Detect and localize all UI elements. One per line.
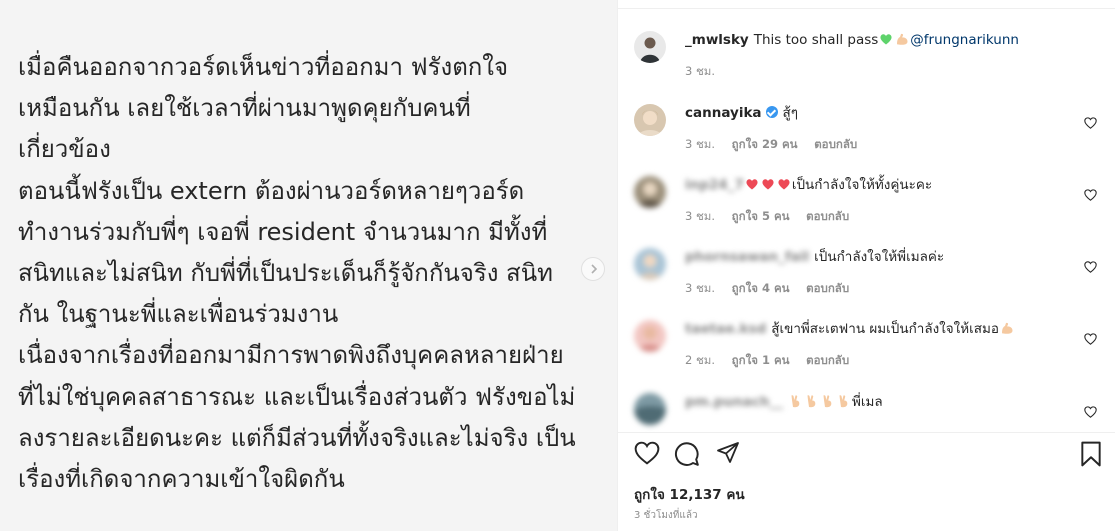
reply-button[interactable]: ตอบกลับ — [806, 209, 849, 223]
comment-text: สู้เขาพี่สะเตฟาน ผมเป็นกำลังใจให้เสมอ — [771, 321, 1000, 337]
caption-username[interactable]: _mwlsky — [685, 32, 749, 48]
comment-time[interactable]: 2 ชม. — [685, 353, 715, 367]
reply-button[interactable]: ตอบกลับ — [814, 137, 857, 151]
divider — [618, 432, 1115, 433]
avatar[interactable] — [634, 104, 666, 136]
caption-time[interactable]: 3 ชม. — [685, 64, 715, 78]
avatar[interactable] — [634, 176, 666, 208]
avatar[interactable] — [634, 248, 666, 280]
comment-text: เป็นกำลังใจให้พี่เมลค่ะ — [814, 249, 945, 265]
comment-likes[interactable]: ถูกใจ 5 คน — [732, 209, 790, 223]
comment-username[interactable]: cannayika — [685, 105, 762, 121]
flexed-biceps-emoji — [895, 32, 909, 46]
flexed-biceps-emoji — [1000, 321, 1014, 335]
comment-username[interactable]: pm.punach__ — [685, 394, 783, 410]
post-text-line: ที่ไม่ใช่บุคคลสาธารณะ และเป็นเรื่องส่วนต… — [18, 382, 576, 411]
post-text-line: เมื่อคืนออกจากวอร์ดเห็นข่าวที่ออกมา ฟรัง… — [18, 53, 509, 81]
comment-likes[interactable]: ถูกใจ 29 คน — [732, 137, 798, 151]
post-text-line: เรื่องที่เกิดจากความเข้าใจผิดกัน — [18, 464, 345, 493]
comment-text: สู้ๆ — [782, 105, 799, 121]
caption-mention[interactable]: @frungnarikunn — [910, 32, 1019, 48]
verified-badge-icon — [765, 106, 778, 118]
comment-username[interactable]: inp24_7 — [685, 177, 744, 193]
comment-username[interactable]: taetae.ksd — [685, 321, 766, 337]
post-text-line: ตอนนี้ฟรังเป็น extern ต้องผ่านวอร์ดหลายๆ… — [18, 176, 525, 205]
comment-list[interactable]: _mwlsky This too shall pass @frungnarikunn… — [618, 0, 1115, 432]
caption-text: This too shall pass — [753, 32, 879, 48]
comment-time[interactable]: 3 ชม. — [685, 209, 715, 223]
reply-button[interactable]: ตอบกลับ — [806, 353, 849, 367]
comment-body: phornsawan_fail เป็นกำลังใจให้พี่เมลค่ะ 3… — [685, 248, 1085, 298]
comment-body: taetae.ksd สู้เขาพี่สะเตฟาน ผมเป็นกำลังใจ… — [685, 320, 1085, 370]
heart-icon[interactable] — [1084, 403, 1097, 422]
comment-time[interactable]: 3 ชม. — [685, 137, 715, 151]
heart-icon[interactable] — [1084, 186, 1097, 205]
post-time[interactable]: 3 ชั่วโมงที่แล้ว — [634, 508, 698, 523]
heart-icon[interactable] — [1084, 258, 1097, 277]
comment-likes[interactable]: ถูกใจ 1 คน — [732, 353, 790, 367]
comment-likes[interactable]: ถูกใจ 4 คน — [732, 281, 790, 295]
victory-hand-emoji — [821, 394, 835, 408]
comment-username[interactable]: phornsawan_fail — [685, 249, 809, 265]
avatar[interactable] — [634, 320, 666, 352]
heart-icon[interactable] — [1084, 330, 1097, 349]
like-heart-icon[interactable] — [634, 441, 660, 469]
comment-time[interactable]: 3 ชม. — [685, 281, 715, 295]
comment-text: พี่เมล — [851, 394, 883, 410]
next-arrow-icon[interactable] — [581, 257, 605, 281]
reply-button[interactable]: ตอบกลับ — [806, 281, 849, 295]
red-heart-emoji — [777, 177, 791, 191]
post-text-line: ลงรายละเอียดนะคะ แต่ก็มีส่วนที่ทั้งจริงแ… — [18, 423, 576, 452]
caption-body: _mwlsky This too shall pass @frungnarikunn… — [685, 31, 1085, 81]
comment-body: cannayika สู้ๆ 3 ชม. ถูกใจ 29 คน ตอบกลับ — [685, 104, 1085, 154]
victory-hand-emoji — [837, 394, 851, 408]
avatar[interactable] — [634, 31, 666, 63]
comments-panel: _mwlsky This too shall pass @frungnarikunn… — [617, 0, 1115, 531]
comment-text: เป็นกำลังใจให้ทั้งคู่นะคะ — [791, 177, 933, 193]
avatar[interactable] — [634, 393, 666, 425]
likes-count[interactable]: ถูกใจ 12,137 คน — [634, 483, 745, 505]
victory-hand-emoji — [789, 394, 803, 408]
post-text-line: เกี่ยวข้อง — [18, 135, 111, 164]
share-icon[interactable] — [715, 441, 741, 469]
green-heart-emoji — [879, 32, 893, 46]
victory-hand-emoji — [805, 394, 819, 408]
post-image: เมื่อคืนออกจากวอร์ดเห็นข่าวที่ออกมา ฟรัง… — [0, 0, 617, 531]
post-text-line: เนื่องจากเรื่องที่ออกมามีการพาดพิงถึงบุค… — [18, 341, 564, 370]
bookmark-icon[interactable] — [1080, 441, 1102, 471]
comment-icon[interactable] — [674, 441, 700, 471]
red-heart-emoji — [761, 177, 775, 191]
post-text-line: กัน ในฐานะพี่และเพื่อนร่วมงาน — [18, 300, 339, 329]
comment-body: inp24_7 เป็นกำลังใจให้ทั้งคู่นะคะ 3 ชม. ถ… — [685, 176, 1085, 226]
red-heart-emoji — [745, 177, 759, 191]
post-text-line: สนิทและไม่สนิท กับพี่ที่เป็นประเด็นก็รู้… — [18, 258, 553, 287]
comment-body: pm.punach__ พี่เมล — [685, 393, 1085, 411]
post-text-line: เหมือนกัน เลยใช้เวลาที่ผ่านมาพูดคุยกับคน… — [18, 94, 471, 123]
heart-icon[interactable] — [1084, 114, 1097, 133]
post-text-block: เมื่อคืนออกจากวอร์ดเห็นข่าวที่ออกมา ฟรัง… — [18, 47, 608, 500]
post-text-line: ทำงานร่วมกับพี่ๆ เจอพี่ resident จำนวนมา… — [18, 217, 548, 246]
